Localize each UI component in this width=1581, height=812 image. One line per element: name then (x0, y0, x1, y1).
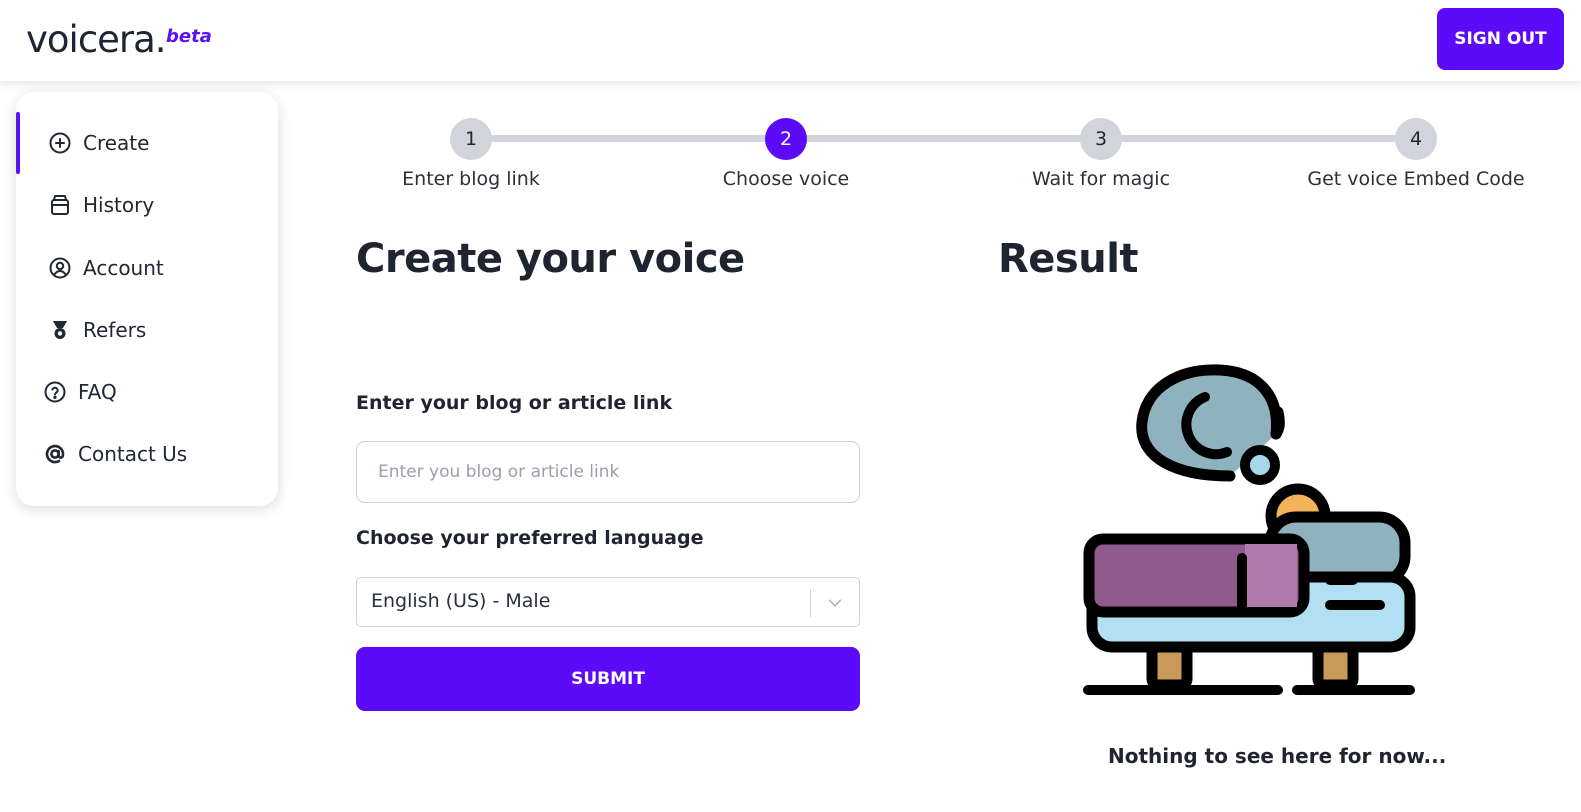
step-connector (786, 135, 1102, 142)
at-sign-icon (42, 441, 68, 467)
step-4-circle: 4 (1395, 118, 1437, 160)
result-title: Result (998, 236, 1139, 282)
sign-out-button[interactable]: SIGN OUT (1437, 8, 1564, 70)
user-circle-icon (47, 255, 73, 281)
sidebar-item-create[interactable]: Create (16, 112, 278, 174)
link-label: Enter your blog or article link (356, 392, 673, 414)
step-connector (1101, 135, 1417, 142)
archive-icon (47, 192, 73, 218)
sidebar: Create History Account Refers FAQ Contac… (16, 92, 278, 506)
sidebar-item-label: FAQ (78, 380, 117, 404)
sidebar-item-label: Refers (83, 318, 147, 342)
language-select[interactable]: English (US) - Male (356, 577, 860, 627)
select-separator (810, 589, 811, 617)
sidebar-item-contact-us[interactable]: Contact Us (16, 423, 278, 485)
step-2-label: Choose voice (722, 168, 850, 190)
language-label: Choose your preferred language (356, 527, 704, 549)
step-1-label: Enter blog link (402, 168, 540, 190)
sidebar-item-account[interactable]: Account (16, 237, 278, 299)
top-bar: voicera. beta SIGN OUT (0, 0, 1581, 81)
empty-result-text: Nothing to see here for now... (1108, 744, 1447, 768)
sidebar-item-label: Account (83, 256, 164, 280)
sidebar-item-label: History (83, 193, 155, 217)
step-4-label: Get voice Embed Code (1307, 168, 1525, 190)
beta-badge: beta (166, 26, 212, 47)
article-link-input[interactable] (356, 441, 860, 503)
logo[interactable]: voicera. (26, 18, 167, 61)
step-connector (472, 135, 788, 142)
chevron-down-icon[interactable] (821, 590, 849, 616)
sidebar-item-faq[interactable]: FAQ (16, 361, 278, 423)
step-3-label: Wait for magic (1031, 168, 1171, 190)
sidebar-item-label: Contact Us (78, 442, 188, 466)
step-1-circle: 1 (450, 118, 492, 160)
language-selected-value: English (US) - Male (371, 590, 551, 612)
submit-button[interactable]: SUBMIT (356, 647, 860, 711)
sidebar-item-history[interactable]: History (16, 174, 278, 236)
plus-circle-icon (47, 130, 73, 156)
step-2-circle: 2 (765, 118, 807, 160)
step-3-circle: 3 (1080, 118, 1122, 160)
sidebar-item-label: Create (83, 131, 150, 155)
progress-stepper: 1 2 3 4 Enter blog link Choose voice Wai… (340, 116, 1580, 206)
sleeping-bed-illustration (1080, 362, 1420, 702)
question-circle-icon (42, 379, 68, 405)
medal-icon (47, 317, 73, 343)
create-voice-title: Create your voice (356, 236, 745, 282)
sidebar-item-refers[interactable]: Refers (16, 299, 278, 361)
